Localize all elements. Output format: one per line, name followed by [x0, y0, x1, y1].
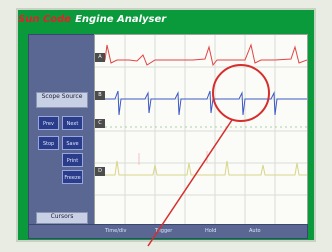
- brand-label: Sun Code: [18, 13, 72, 25]
- scope-traces: [95, 35, 307, 225]
- bottom-status-bar: Time/div Trigger Hold Auto: [28, 224, 308, 239]
- trace-label-b: B: [95, 91, 105, 100]
- trace-label-a: A: [95, 53, 105, 62]
- scope-display: A B C D: [94, 34, 308, 226]
- sidebar: [28, 34, 96, 226]
- bottom-item-time[interactable]: Time/div: [105, 228, 126, 234]
- next-button[interactable]: Next: [62, 116, 83, 130]
- bottom-item-trigger[interactable]: Trigger: [155, 228, 172, 234]
- prev-button[interactable]: Prev: [38, 116, 59, 130]
- stop-button[interactable]: Stop: [38, 136, 59, 150]
- title-bar: Sun Code Engine Analyser: [18, 9, 166, 29]
- freeze-button[interactable]: Freeze: [62, 170, 83, 184]
- scope-source-label: Scope Source: [36, 92, 88, 108]
- red-circle-annotation-icon: [212, 64, 270, 122]
- bottom-item-auto[interactable]: Auto: [249, 228, 261, 234]
- cursors-label: Cursors: [36, 212, 88, 224]
- print-button[interactable]: Print: [62, 153, 83, 167]
- trace-label-c: C: [95, 119, 105, 128]
- save-button[interactable]: Save: [62, 136, 83, 150]
- window-title: Engine Analyser: [75, 13, 167, 25]
- bottom-item-hold[interactable]: Hold: [205, 228, 216, 234]
- trace-label-d: D: [95, 167, 105, 176]
